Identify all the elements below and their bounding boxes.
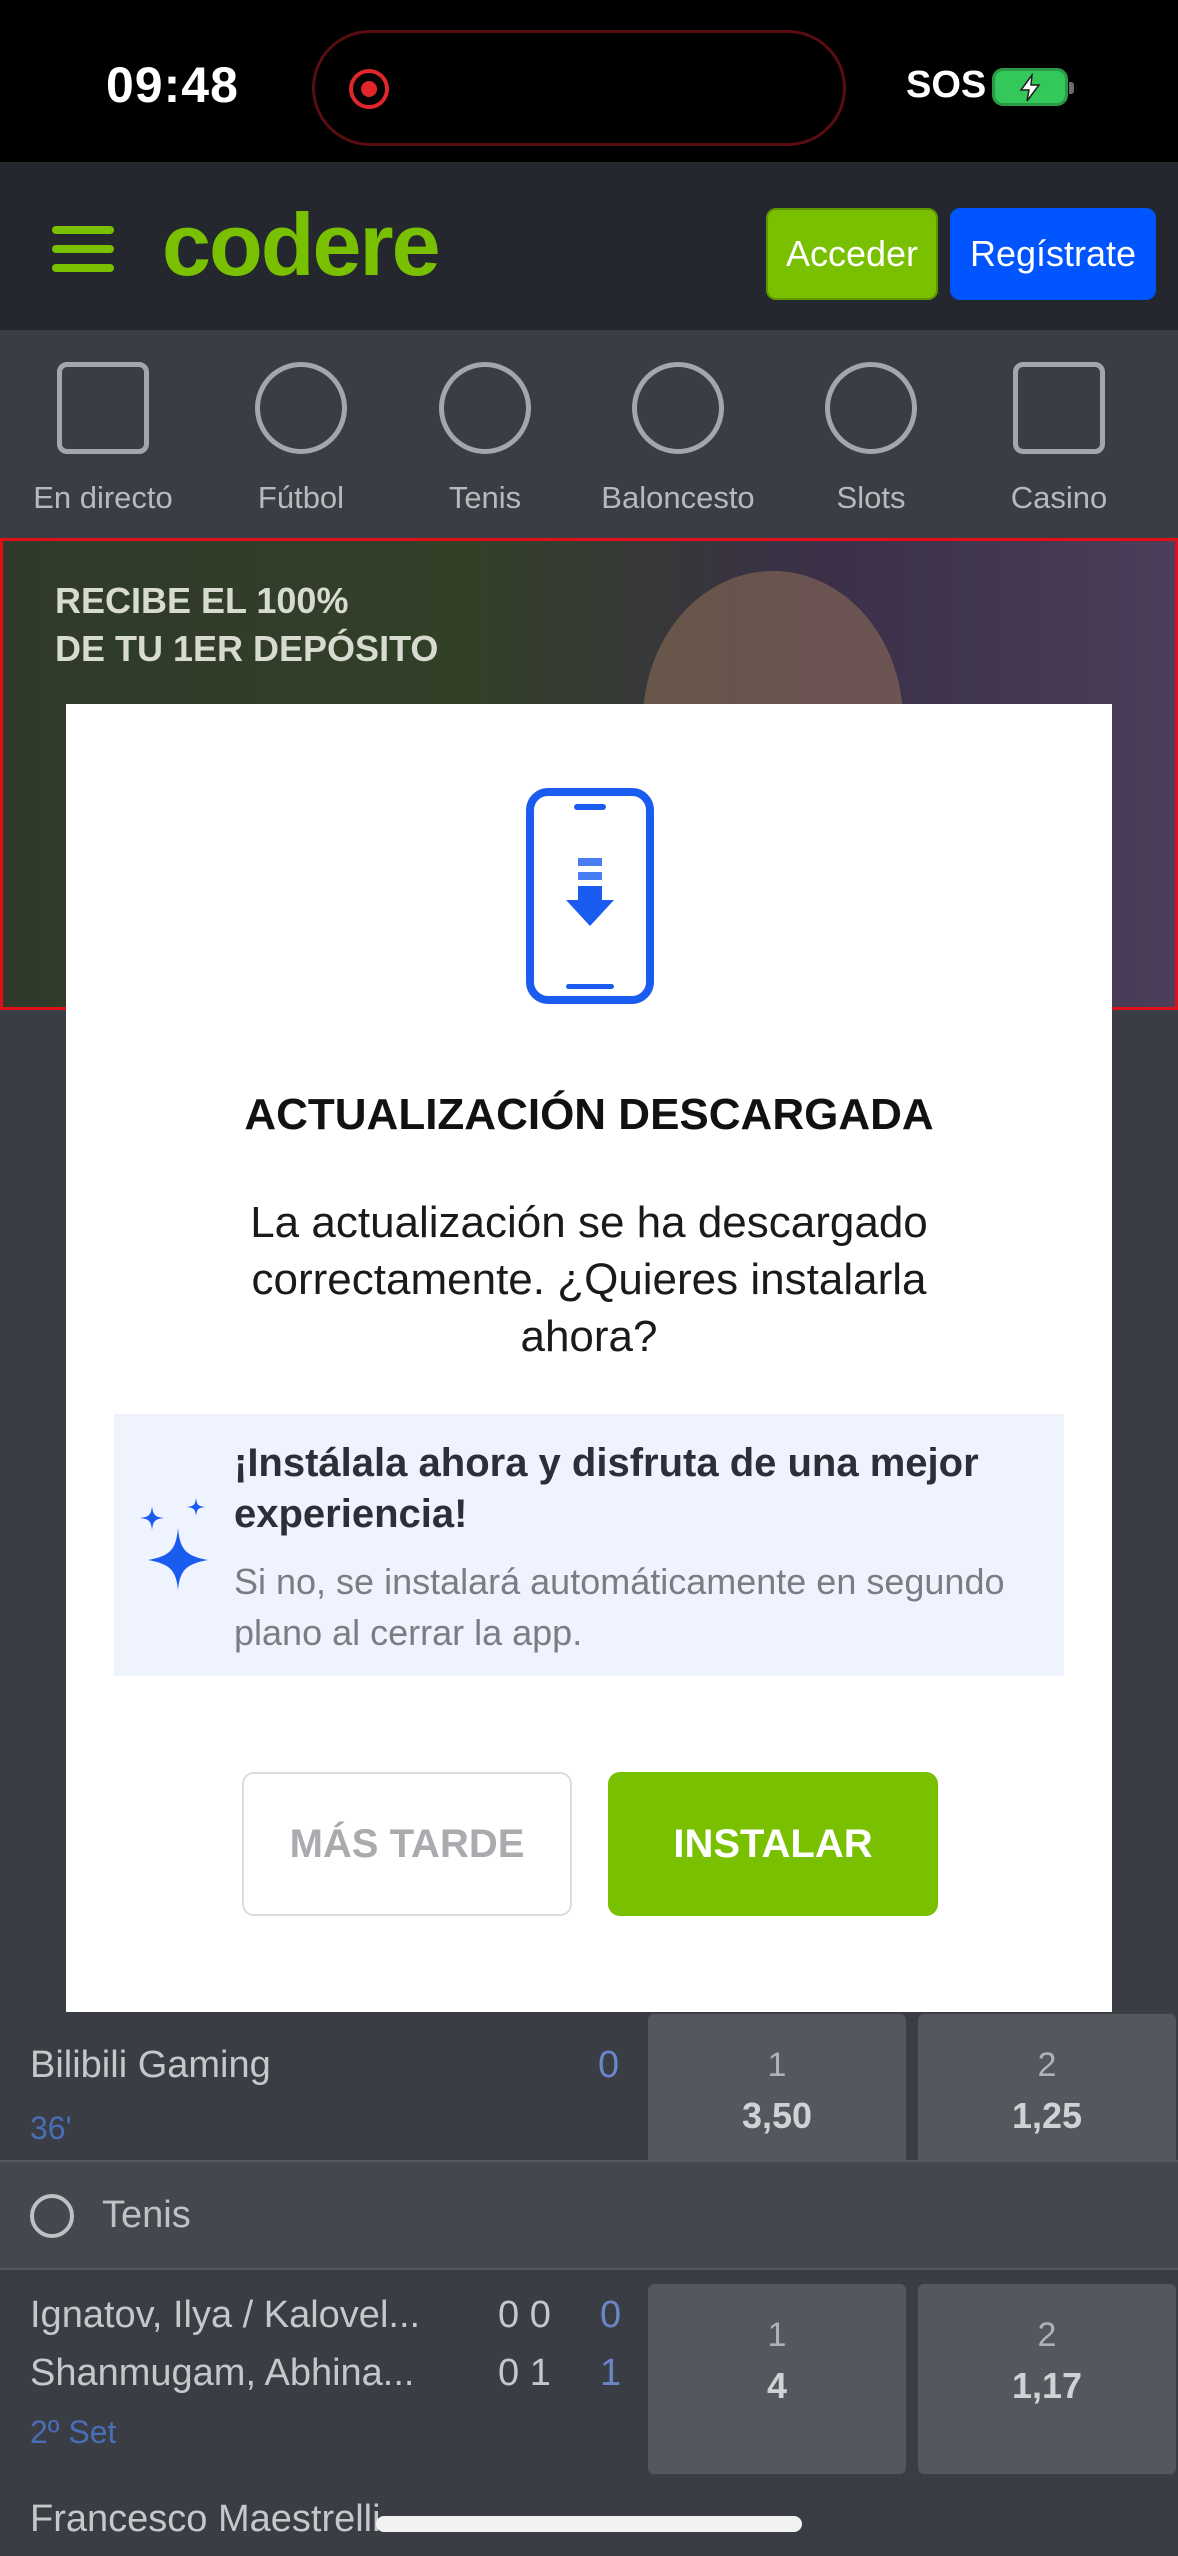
- cherries-icon: [825, 362, 917, 454]
- sport-item-label: Baloncesto: [601, 480, 755, 515]
- screen-recording-icon: [349, 69, 389, 109]
- dynamic-island: [312, 30, 846, 146]
- sport-item-label: En directo: [33, 480, 173, 515]
- sport-item-label: Casino: [1010, 480, 1108, 515]
- team-name: Ignatov, Ilya / Kalovel...: [30, 2294, 421, 2336]
- app-header: codere Acceder Regístrate: [0, 162, 1178, 330]
- sos-indicator: SOS: [906, 64, 987, 106]
- sport-item-label: Slots: [836, 480, 906, 515]
- basketball-icon: [632, 362, 724, 454]
- set-score: 0 1: [498, 2352, 551, 2394]
- battery-charging-icon: [992, 68, 1074, 106]
- set-score: 0 0: [498, 2294, 551, 2336]
- later-button[interactable]: MÁS TARDE: [242, 1772, 572, 1916]
- status-bar: 09:48 SOS: [0, 0, 1178, 162]
- banner-text: RECIBE EL 100% DE TU 1ER DEPÓSITO: [55, 580, 439, 669]
- tennis-ball-icon: [439, 362, 531, 454]
- sport-item-slots[interactable]: Slots: [780, 330, 962, 516]
- team-score: 0: [598, 2044, 620, 2086]
- odd-button[interactable]: 1 4: [648, 2284, 906, 2474]
- tennis-ball-icon: [30, 2194, 74, 2238]
- install-button[interactable]: INSTALAR: [608, 1772, 938, 1916]
- tennis-section-header[interactable]: Tenis: [0, 2160, 1178, 2270]
- point-score: 0: [600, 2294, 622, 2336]
- info-title: ¡Instálala ahora y disfruta de una mejor…: [234, 1441, 979, 1536]
- live-tv-icon: [57, 362, 149, 454]
- info-subtitle: Si no, se instalará automáticamente en s…: [234, 1561, 1005, 1653]
- status-time: 09:48: [106, 57, 239, 113]
- phone-download-icon: [526, 788, 654, 1009]
- sparkles-icon: [138, 1498, 214, 1595]
- menu-icon[interactable]: [52, 226, 114, 276]
- sport-item-live[interactable]: En directo: [12, 330, 194, 516]
- sports-nav: En directo Fútbol Tenis Baloncesto Slots…: [0, 330, 1178, 538]
- team-name: Francesco Maestrelli: [30, 2498, 381, 2540]
- team-name: Bilibili Gaming: [30, 2044, 271, 2086]
- home-indicator[interactable]: [376, 2516, 802, 2532]
- dialog-description: La actualización se ha descargado correc…: [250, 1198, 928, 1361]
- cards-icon: [1013, 362, 1105, 454]
- sport-item-tennis[interactable]: Tenis: [394, 330, 576, 516]
- match-time: 36': [30, 2110, 72, 2146]
- register-button[interactable]: Regístrate: [950, 208, 1156, 300]
- codere-logo[interactable]: codere: [162, 194, 441, 296]
- login-button[interactable]: Acceder: [766, 208, 938, 300]
- soccer-ball-icon: [255, 362, 347, 454]
- team-name: Shanmugam, Abhina...: [30, 2352, 415, 2394]
- sport-item-label: Fútbol: [257, 480, 345, 515]
- sport-item-basketball[interactable]: Baloncesto: [586, 330, 770, 516]
- sport-item-casino[interactable]: Casino: [968, 330, 1150, 516]
- sport-item-football[interactable]: Fútbol: [210, 330, 392, 516]
- dialog-title: ACTUALIZACIÓN DESCARGADA: [244, 1090, 934, 1139]
- point-score: 1: [600, 2352, 622, 2394]
- sport-item-label: Tenis: [448, 480, 522, 515]
- match-set: 2º Set: [30, 2414, 117, 2450]
- odd-button[interactable]: 2 1,17: [918, 2284, 1176, 2474]
- info-callout: ¡Instálala ahora y disfruta de una mejor…: [114, 1414, 1064, 1676]
- update-downloaded-dialog: ACTUALIZACIÓN DESCARGADA La actualizació…: [66, 704, 1112, 2012]
